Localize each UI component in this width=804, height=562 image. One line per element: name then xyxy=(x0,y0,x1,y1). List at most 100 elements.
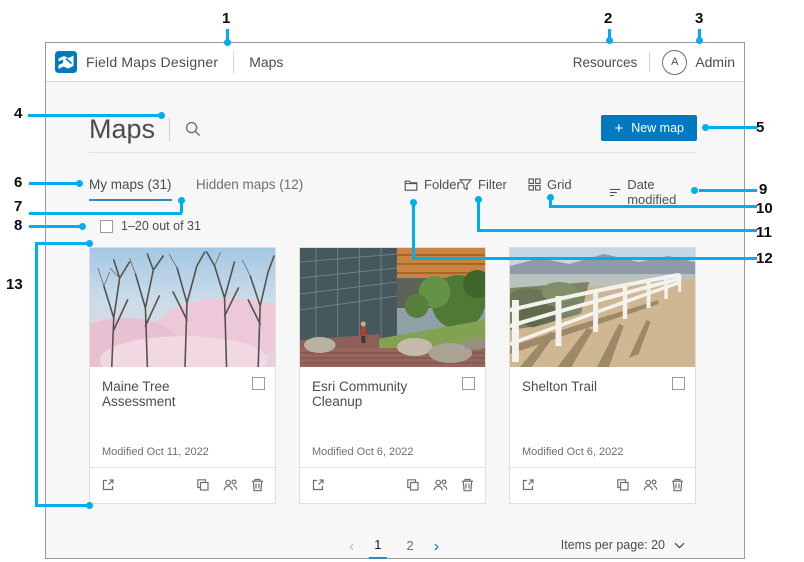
callout-4-label: 4 xyxy=(14,105,22,122)
card-checkbox[interactable] xyxy=(252,377,265,390)
previous-page-button[interactable]: ‹ xyxy=(349,539,354,555)
nav-maps[interactable]: Maps xyxy=(249,54,283,70)
header-divider xyxy=(233,51,234,73)
modified-date: Modified Oct 6, 2022 xyxy=(522,446,624,458)
card-checkbox[interactable] xyxy=(672,377,685,390)
map-title[interactable]: Esri Community Cleanup xyxy=(312,379,453,409)
map-card[interactable]: Shelton Trail Modified Oct 6, 2022 xyxy=(509,247,696,504)
delete-map-button[interactable] xyxy=(250,477,265,493)
plus-icon: + xyxy=(614,121,623,136)
callout-1-connector xyxy=(226,29,229,40)
items-per-page-dropdown[interactable]: Items per page: 20 xyxy=(561,538,685,552)
share-map-button[interactable] xyxy=(642,477,659,493)
selection-count-label: 1–20 out of 31 xyxy=(121,219,201,233)
app-title: Field Maps Designer xyxy=(86,54,218,70)
card-body: Esri Community Cleanup Modified Oct 6, 2… xyxy=(300,367,485,467)
search-button[interactable] xyxy=(184,120,202,138)
chevron-down-icon xyxy=(674,542,685,549)
modified-date: Modified Oct 11, 2022 xyxy=(102,446,209,458)
select-all-checkbox[interactable] xyxy=(100,220,113,233)
open-map-button[interactable] xyxy=(310,477,326,493)
sort-label: Date modified xyxy=(627,177,697,207)
delete-map-button[interactable] xyxy=(670,477,685,493)
items-per-page-label: Items per page: 20 xyxy=(561,538,665,552)
modified-date: Modified Oct 6, 2022 xyxy=(312,446,414,458)
callout-6-label: 6 xyxy=(14,174,22,191)
callout-8-label: 8 xyxy=(14,217,22,234)
callout-2-label: 2 xyxy=(604,10,612,27)
folder-icon xyxy=(404,178,418,192)
callout-2-connector xyxy=(608,29,611,38)
trail-fence-image xyxy=(510,248,695,367)
new-map-label: New map xyxy=(631,121,684,135)
callout-7-label: 7 xyxy=(14,198,22,215)
bottom-row: ‹ 1 2 › Items per page: 20 xyxy=(89,535,699,562)
callout-5-label: 5 xyxy=(756,119,764,136)
page-title: Maps xyxy=(89,114,155,145)
annotated-screenshot: Field Maps Designer Maps Resources A Adm… xyxy=(0,0,804,562)
open-map-button[interactable] xyxy=(520,477,536,493)
grid-view-button[interactable]: Grid xyxy=(528,177,572,192)
page-2-button[interactable]: 2 xyxy=(402,536,419,558)
user-menu[interactable]: Admin xyxy=(695,54,735,70)
callout-12-label: 12 xyxy=(756,250,773,267)
esri-campus-image xyxy=(300,248,485,367)
title-row: Maps + New map xyxy=(89,109,697,149)
section-divider xyxy=(89,152,697,153)
map-thumbnail[interactable] xyxy=(510,248,695,367)
sort-button[interactable]: Date modified xyxy=(609,177,697,207)
content-area: Maps + New map My maps (31) Hidden maps … xyxy=(46,83,744,558)
callout-11-label: 11 xyxy=(756,224,772,241)
folder-label: Folder xyxy=(424,177,461,192)
open-map-button[interactable] xyxy=(100,477,116,493)
map-card[interactable]: Maine Tree Assessment Modified Oct 11, 2… xyxy=(89,247,276,504)
tab-hidden-maps[interactable]: Hidden maps (12) xyxy=(196,177,303,199)
share-map-button[interactable] xyxy=(222,477,239,493)
sort-icon xyxy=(609,186,621,199)
card-body: Shelton Trail Modified Oct 6, 2022 xyxy=(510,367,695,467)
tabs-row: My maps (31) Hidden maps (12) Folder Fil… xyxy=(89,176,697,204)
callout-1-label: 1 xyxy=(222,10,230,27)
field-maps-logo-icon xyxy=(55,51,77,73)
new-map-button[interactable]: + New map xyxy=(601,115,697,141)
map-title[interactable]: Shelton Trail xyxy=(522,379,663,394)
avatar[interactable]: A xyxy=(662,50,687,75)
page-1-button[interactable]: 1 xyxy=(369,535,386,559)
map-card-list: Maine Tree Assessment Modified Oct 11, 2… xyxy=(89,247,696,504)
header-divider xyxy=(649,52,650,72)
duplicate-map-button[interactable] xyxy=(615,477,631,493)
map-title[interactable]: Maine Tree Assessment xyxy=(102,379,243,409)
title-divider xyxy=(169,117,170,141)
folder-button[interactable]: Folder xyxy=(404,177,461,192)
next-page-button[interactable]: › xyxy=(434,539,439,555)
share-map-button[interactable] xyxy=(432,477,449,493)
tab-my-maps[interactable]: My maps (31) xyxy=(89,177,172,201)
card-checkbox[interactable] xyxy=(462,377,475,390)
callout-9-label: 9 xyxy=(759,181,767,198)
map-thumbnail[interactable] xyxy=(90,248,275,367)
callout-13-bracket xyxy=(35,242,38,507)
callout-3-label: 3 xyxy=(695,10,703,27)
map-thumbnail[interactable] xyxy=(300,248,485,367)
card-footer xyxy=(300,467,485,502)
callout-3-connector xyxy=(698,29,701,38)
card-footer xyxy=(510,467,695,502)
duplicate-map-button[interactable] xyxy=(195,477,211,493)
grid-icon xyxy=(528,178,541,191)
filter-button[interactable]: Filter xyxy=(459,177,507,192)
filter-icon xyxy=(459,178,472,191)
filter-label: Filter xyxy=(478,177,507,192)
card-body: Maine Tree Assessment Modified Oct 11, 2… xyxy=(90,367,275,467)
callout-10-label: 10 xyxy=(756,200,773,217)
resources-link[interactable]: Resources xyxy=(573,55,638,70)
callout-13-label: 13 xyxy=(6,276,23,293)
delete-map-button[interactable] xyxy=(460,477,475,493)
app-header: Field Maps Designer Maps Resources A Adm… xyxy=(46,43,744,82)
pagination: ‹ 1 2 › xyxy=(349,535,439,559)
selection-row: 1–20 out of 31 xyxy=(100,219,201,233)
grid-label: Grid xyxy=(547,177,572,192)
maine-trees-image xyxy=(90,248,275,367)
map-card[interactable]: Esri Community Cleanup Modified Oct 6, 2… xyxy=(299,247,486,504)
duplicate-map-button[interactable] xyxy=(405,477,421,493)
search-icon xyxy=(184,120,202,138)
